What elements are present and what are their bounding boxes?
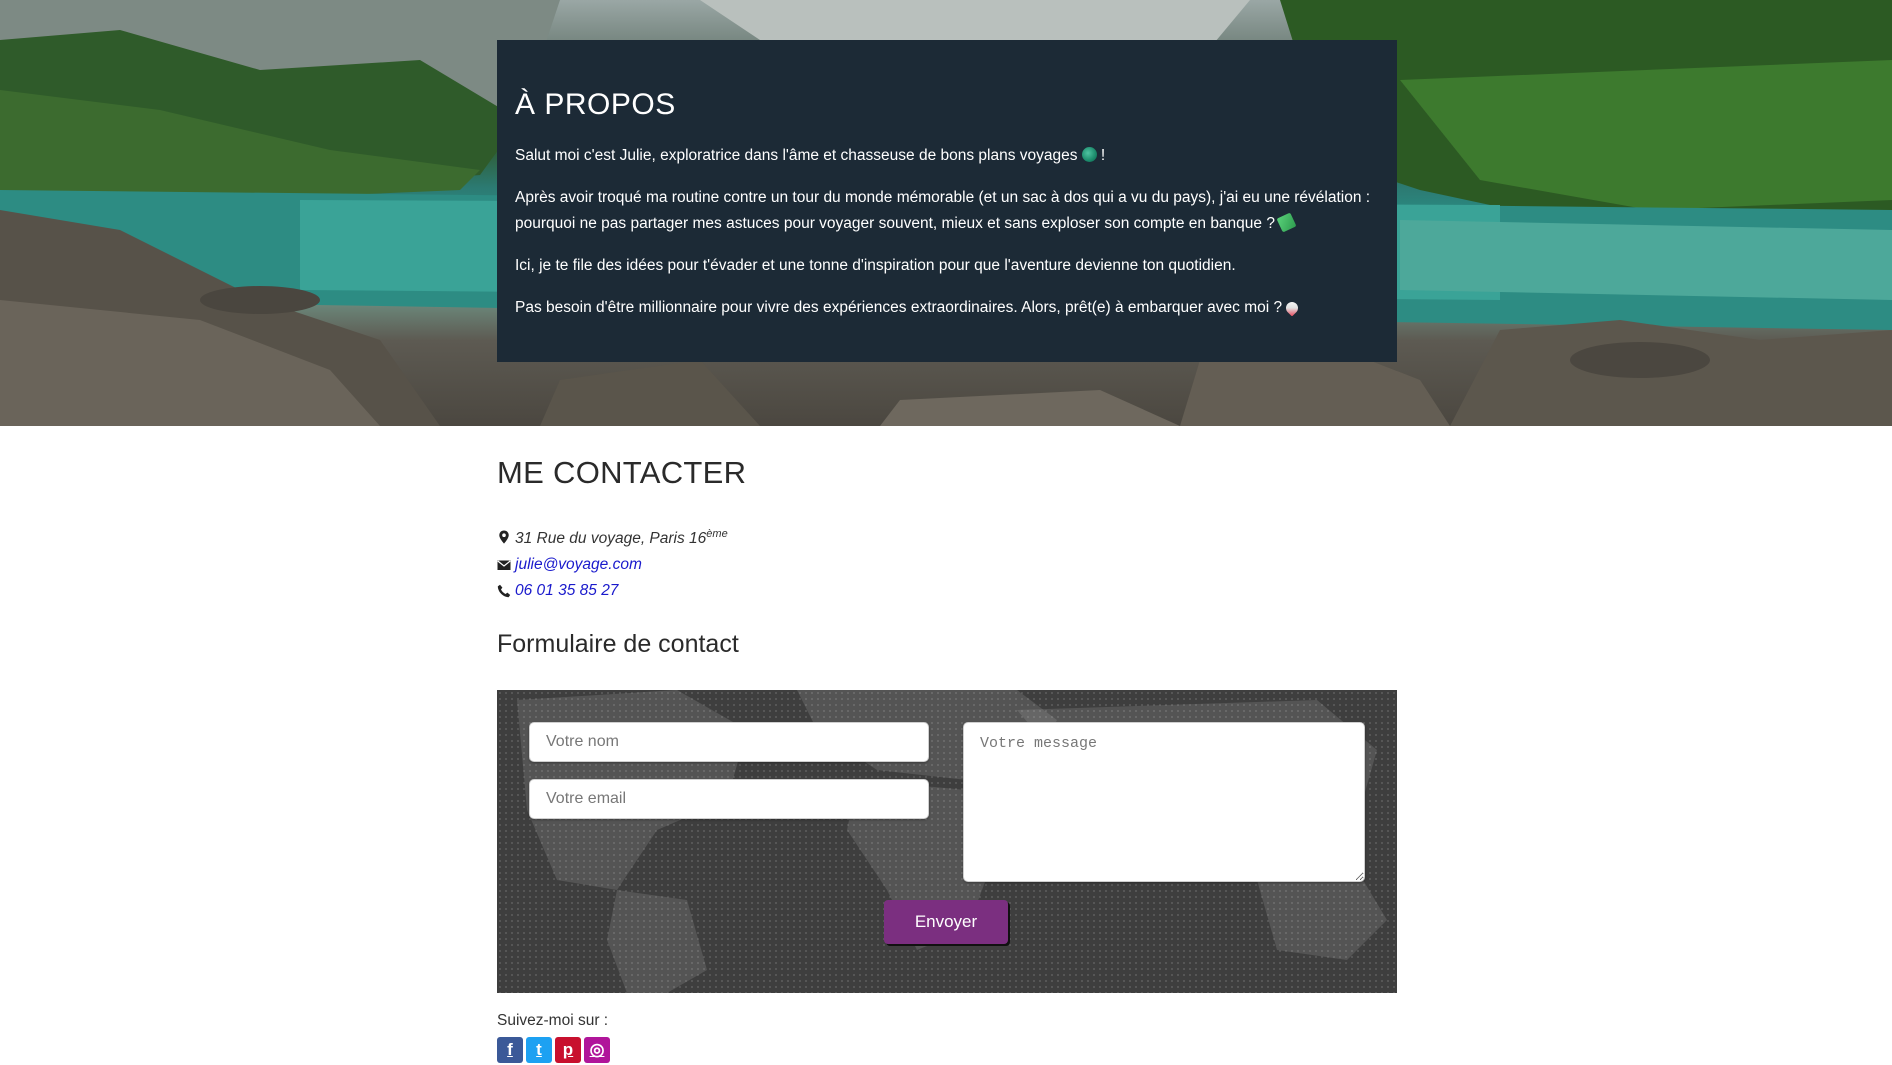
form-title: Formulaire de contact (497, 630, 739, 658)
about-paragraph-2: Après avoir troqué ma routine contre un … (515, 189, 1371, 233)
address-line: 31 Rue du voyage, Paris 16ème (497, 521, 1397, 552)
about-paragraph-4: Pas besoin d'être millionnaire pour vivr… (515, 295, 1379, 321)
name-input[interactable] (529, 722, 929, 762)
contact-form: Envoyer (497, 690, 1397, 993)
contact-section: ME CONTACTER 31 Rue du voyage, Paris 16è… (497, 455, 1397, 659)
send-button[interactable]: Envoyer (884, 900, 1008, 944)
phone-icon (497, 584, 511, 598)
globe-emoji-icon (1081, 147, 1097, 162)
social-links: f t p ◎ (497, 1037, 610, 1063)
twitter-icon[interactable]: t (526, 1037, 552, 1063)
address-text: 31 Rue du voyage, Paris 16ème (515, 528, 728, 547)
about-card: À PROPOS Salut moi c'est Julie, explorat… (497, 40, 1397, 362)
phone-line: 06 01 35 85 27 (497, 578, 1397, 604)
facebook-icon[interactable]: f (497, 1037, 523, 1063)
email-input[interactable] (529, 779, 929, 819)
instagram-icon[interactable]: ◎ (584, 1037, 610, 1063)
phone-link[interactable]: 06 01 35 85 27 (515, 578, 618, 604)
contact-info: 31 Rue du voyage, Paris 16ème julie@voya… (497, 521, 1397, 604)
message-textarea[interactable] (963, 722, 1365, 882)
about-title: À PROPOS (515, 88, 676, 121)
contact-title: ME CONTACTER (497, 455, 747, 490)
hero-banner: À PROPOS Salut moi c'est Julie, explorat… (0, 0, 1892, 426)
about-paragraph-1: Salut moi c'est Julie, exploratrice dans… (515, 147, 1106, 164)
map-marker-icon (499, 530, 509, 543)
email-link[interactable]: julie@voyage.com (515, 552, 642, 578)
email-line: julie@voyage.com (497, 552, 1397, 578)
follow-label: Suivez-moi sur : (497, 1012, 609, 1029)
money-emoji-icon (1276, 212, 1297, 233)
envelope-icon (497, 560, 511, 570)
about-paragraph-3: Ici, je te file des idées pour t'évader … (515, 257, 1236, 274)
pinterest-icon[interactable]: p (555, 1037, 581, 1063)
rocket-emoji-icon (1283, 299, 1301, 317)
